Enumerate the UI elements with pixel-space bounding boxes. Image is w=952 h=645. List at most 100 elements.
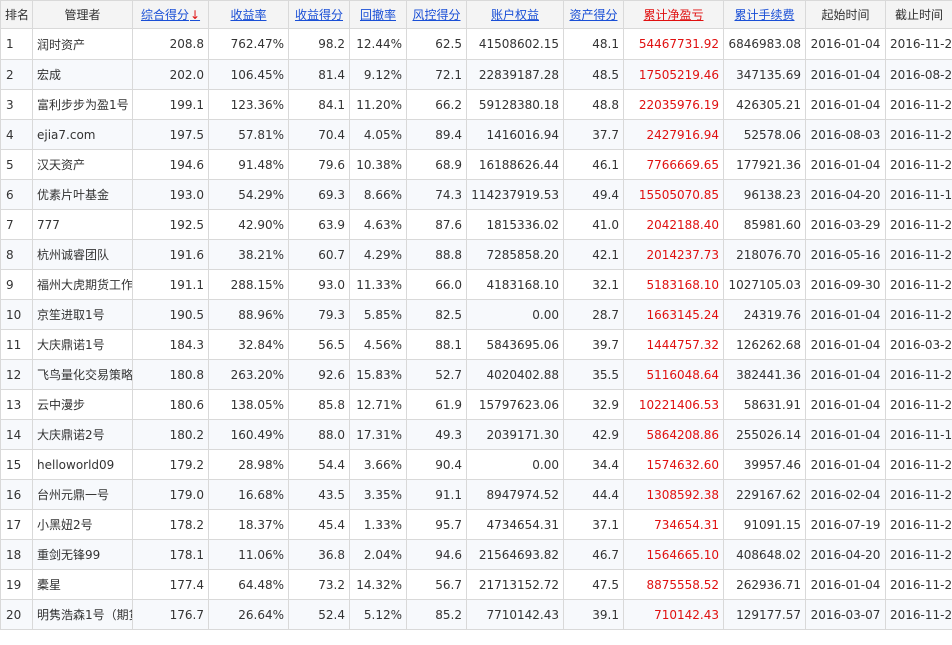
sort-down-arrow-icon: ↓: [189, 8, 201, 22]
net-pnl-cell: 2014237.73: [623, 239, 724, 270]
table-row: 2 宏成 202.0 106.45% 81.4 9.12% 72.1 22839187.28 4…: [0, 59, 952, 90]
sort-return-score-header[interactable]: 收益得分: [288, 0, 350, 29]
sort-risk-score-header[interactable]: 风控得分: [406, 0, 467, 29]
drawdown-cell: 2.04%: [349, 539, 407, 570]
rank-cell: 14: [0, 419, 33, 450]
end-time-cell: 2016-11-29: [885, 89, 952, 120]
table-row: 16 台州元鼎一号 179.0 16.68% 43.5 3.35% 91.1 8947974.…: [0, 479, 952, 510]
start-time-cell: 2016-08-03: [805, 119, 886, 150]
rank-cell: 4: [0, 119, 33, 150]
net-pnl-cell: 734654.31: [623, 509, 724, 540]
asset-score-cell: 32.9: [563, 389, 624, 420]
fees-cell: 6846983.08: [723, 28, 806, 60]
end-time-cell: 2016-11-29: [885, 209, 952, 240]
net-pnl-cell: 5864208.86: [623, 419, 724, 450]
manager-cell: 飞鸟量化交易策略: [32, 359, 133, 390]
end-time-cell: 2016-11-28: [885, 28, 952, 60]
return-score-cell: 92.6: [288, 359, 350, 390]
start-time-cell: 2016-01-04: [805, 359, 886, 390]
manager-cell: 重剑无锋99: [32, 539, 133, 570]
return-score-cell: 69.3: [288, 179, 350, 210]
return-score-cell: 70.4: [288, 119, 350, 150]
start-time-cell: 2016-01-04: [805, 89, 886, 120]
rank-cell: 9: [0, 269, 33, 300]
fees-cell: 129177.57: [723, 599, 806, 630]
sort-score-header[interactable]: 综合得分↓: [132, 0, 209, 29]
start-time-cell: 2016-01-04: [805, 389, 886, 420]
return-rate-cell: 106.45%: [208, 59, 289, 90]
sort-equity-header[interactable]: 账户权益: [466, 0, 564, 29]
risk-score-cell: 88.8: [406, 239, 467, 270]
drawdown-cell: 4.05%: [349, 119, 407, 150]
header-end-time: 截止时间: [885, 0, 952, 29]
score-cell: 208.8: [132, 28, 209, 60]
net-pnl-cell: 2427916.94: [623, 119, 724, 150]
risk-score-cell: 90.4: [406, 449, 467, 480]
rank-cell: 19: [0, 569, 33, 600]
return-rate-cell: 11.06%: [208, 539, 289, 570]
net-pnl-cell: 22035976.19: [623, 89, 724, 120]
end-time-cell: 2016-11-29: [885, 569, 952, 600]
return-rate-cell: 123.36%: [208, 89, 289, 120]
start-time-cell: 2016-01-04: [805, 569, 886, 600]
asset-score-cell: 44.4: [563, 479, 624, 510]
drawdown-cell: 4.63%: [349, 209, 407, 240]
table-row: 8 杭州诚睿团队 191.6 38.21% 60.7 4.29% 88.8 7285858.2…: [0, 239, 952, 270]
score-cell: 178.2: [132, 509, 209, 540]
drawdown-cell: 15.83%: [349, 359, 407, 390]
start-time-cell: 2016-05-16: [805, 239, 886, 270]
return-score-cell: 52.4: [288, 599, 350, 630]
asset-score-cell: 46.1: [563, 149, 624, 180]
fees-cell: 255026.14: [723, 419, 806, 450]
sort-drawdown-header[interactable]: 回撤率: [349, 0, 407, 29]
risk-score-cell: 82.5: [406, 299, 467, 330]
sort-fees-header[interactable]: 累计手续费: [723, 0, 806, 29]
return-score-cell: 54.4: [288, 449, 350, 480]
score-cell: 180.2: [132, 419, 209, 450]
header-manager: 管理者: [32, 0, 133, 29]
rank-cell: 18: [0, 539, 33, 570]
risk-score-cell: 61.9: [406, 389, 467, 420]
drawdown-cell: 12.44%: [349, 28, 407, 60]
risk-score-cell: 52.7: [406, 359, 467, 390]
equity-cell: 22839187.28: [466, 59, 564, 90]
asset-score-cell: 42.9: [563, 419, 624, 450]
table-row: 20明隽浩森1号（期货）176.726.64%52.45.12%85.27710…: [0, 599, 952, 630]
return-rate-cell: 54.29%: [208, 179, 289, 210]
return-rate-cell: 18.37%: [208, 509, 289, 540]
equity-cell: 16188626.44: [466, 149, 564, 180]
asset-score-cell: 37.7: [563, 119, 624, 150]
rank-cell: 20: [0, 599, 33, 630]
asset-score-cell: 35.5: [563, 359, 624, 390]
risk-score-cell: 66.0: [406, 269, 467, 300]
net-pnl-cell: 1663145.24: [623, 299, 724, 330]
ranking-table: 排名 管理者 综合得分↓ 收益率 收益得分 回撤率 风控得分 账户权益 资产得分…: [0, 0, 952, 630]
end-time-cell: 2016-11-17: [885, 179, 952, 210]
asset-score-cell: 46.7: [563, 539, 624, 570]
sort-return-rate-header[interactable]: 收益率: [208, 0, 289, 29]
fees-cell: 52578.06: [723, 119, 806, 150]
score-cell: 194.6: [132, 149, 209, 180]
drawdown-cell: 12.71%: [349, 389, 407, 420]
table-row: 9福州大虎期货工作室191.1288.15%93.011.33%66.04183…: [0, 269, 952, 300]
fees-cell: 126262.68: [723, 329, 806, 360]
rank-cell: 2: [0, 59, 33, 90]
drawdown-cell: 1.33%: [349, 509, 407, 540]
score-cell: 177.4: [132, 569, 209, 600]
drawdown-cell: 14.32%: [349, 569, 407, 600]
score-cell: 197.5: [132, 119, 209, 150]
table-row: 17 小黑妞2号 178.2 18.37% 45.4 1.33% 95.7 4734654.3…: [0, 509, 952, 540]
end-time-cell: 2016-11-29: [885, 479, 952, 510]
manager-cell: 富利步步为盈1号: [32, 89, 133, 120]
equity-cell: 114237919.53: [466, 179, 564, 210]
sort-asset-score-header[interactable]: 资产得分: [563, 0, 624, 29]
asset-score-cell: 48.1: [563, 28, 624, 60]
table-row: 5 汉天资产 194.6 91.48% 79.6 10.38% 68.9 16188626.4…: [0, 149, 952, 180]
fees-cell: 382441.36: [723, 359, 806, 390]
net-pnl-cell: 1574632.60: [623, 449, 724, 480]
asset-score-cell: 48.8: [563, 89, 624, 120]
start-time-cell: 2016-07-19: [805, 509, 886, 540]
rank-cell: 7: [0, 209, 33, 240]
risk-score-cell: 66.2: [406, 89, 467, 120]
sort-net-pnl-header[interactable]: 累计净盈亏: [623, 0, 724, 29]
